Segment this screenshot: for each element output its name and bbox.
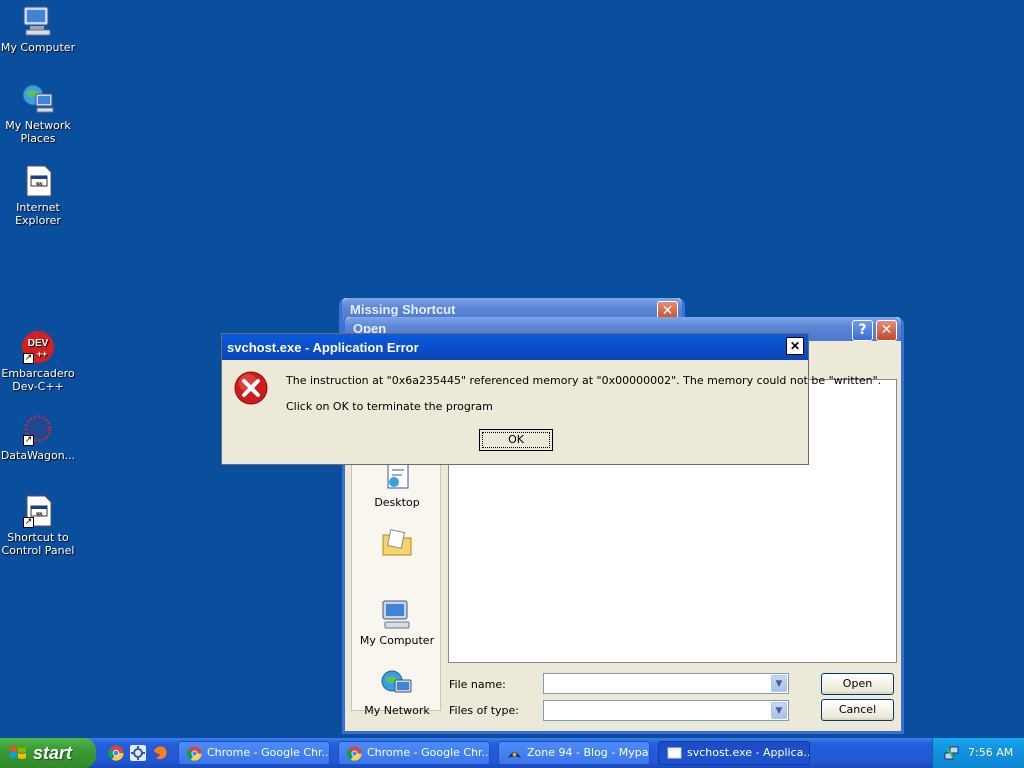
chrome-icon[interactable] bbox=[108, 745, 124, 761]
task-button[interactable]: Zone 94 - Blog - Mypal bbox=[498, 741, 650, 765]
chrome-icon bbox=[347, 746, 362, 761]
place-label: Desktop bbox=[374, 496, 420, 509]
file-type-select[interactable]: ▼ bbox=[543, 700, 789, 721]
window-title: Missing Shortcut bbox=[350, 302, 456, 317]
mypal-icon bbox=[507, 752, 522, 759]
task-label: Chrome - Google Chr... bbox=[367, 746, 490, 759]
error-dialog-titlebar[interactable]: svchost.exe - Application Error ✕ bbox=[222, 334, 808, 360]
shortcut-arrow-icon: ↗ bbox=[23, 517, 34, 528]
error-message: The instruction at "0x6a235445" referenc… bbox=[286, 374, 882, 387]
window-icon bbox=[667, 747, 682, 759]
desktop-icon-label: Embarcadero Dev-C++ bbox=[1, 367, 75, 393]
file-name-label: File name: bbox=[449, 678, 506, 691]
desktop-icon-label: My Network Places bbox=[5, 119, 71, 145]
network-tray-icon[interactable] bbox=[943, 745, 959, 761]
chevron-down-icon[interactable]: ▼ bbox=[771, 675, 787, 692]
place-label: My Computer bbox=[359, 634, 435, 647]
shortcut-arrow-icon: ↗ bbox=[23, 353, 34, 364]
windows-logo-icon bbox=[10, 746, 26, 759]
file-name-input[interactable]: ▼ bbox=[543, 673, 789, 694]
task-label: svchost.exe - Applica... bbox=[687, 746, 810, 759]
shortcut-arrow-icon: ↗ bbox=[23, 435, 34, 446]
desktop-icon-internet-explorer[interactable]: ex Internet Explorer bbox=[0, 164, 76, 227]
document-window-icon: ex bbox=[21, 164, 55, 198]
cancel-button[interactable]: Cancel bbox=[821, 699, 894, 721]
settings-tool-icon[interactable] bbox=[130, 745, 146, 761]
ok-button[interactable]: OK bbox=[479, 429, 553, 451]
computer-icon bbox=[21, 4, 55, 38]
desktop-icon-label: DataWagon... bbox=[0, 449, 76, 462]
task-label: Chrome - Google Chr... bbox=[207, 746, 330, 759]
task-button[interactable]: Chrome - Google Chr... bbox=[178, 741, 330, 765]
computer-icon bbox=[382, 600, 410, 629]
desktop-icon-devcpp[interactable]: DEV ++ ↗ Embarcadero Dev-C++ bbox=[0, 330, 76, 393]
desktop-icon-label: My Computer bbox=[0, 41, 76, 54]
datawagon-icon: ↗ bbox=[21, 412, 55, 446]
file-type-label: Files of type: bbox=[449, 704, 520, 717]
application-error-dialog[interactable]: svchost.exe - Application Error ✕ The in… bbox=[221, 333, 881, 465]
firefox-icon[interactable] bbox=[152, 745, 168, 761]
system-tray: 7:56 AM bbox=[932, 738, 1024, 768]
document-window-icon: ex ↗ bbox=[21, 494, 55, 528]
place-my-documents[interactable] bbox=[352, 526, 442, 562]
network-globe-icon bbox=[381, 670, 412, 693]
open-button[interactable]: Open bbox=[821, 673, 894, 695]
place-desktop[interactable]: Desktop bbox=[352, 460, 442, 509]
svg-text:ex: ex bbox=[36, 181, 42, 187]
folder-icon bbox=[382, 529, 412, 556]
network-globe-icon bbox=[21, 82, 55, 116]
desktop-icon bbox=[387, 463, 409, 489]
desktop-icon-label: Shortcut to Control Panel bbox=[1, 531, 75, 557]
task-button-active[interactable]: svchost.exe - Applica... bbox=[658, 741, 810, 765]
error-instruction: Click on OK to terminate the program bbox=[286, 400, 493, 413]
chevron-down-icon[interactable]: ▼ bbox=[771, 702, 787, 719]
close-icon[interactable]: ✕ bbox=[786, 337, 804, 355]
svg-text:DEV: DEV bbox=[28, 338, 49, 349]
start-button[interactable]: start bbox=[0, 738, 96, 768]
desktop-icon-datawagon[interactable]: ↗ DataWagon... bbox=[0, 412, 76, 462]
svg-text:ex: ex bbox=[36, 511, 42, 517]
place-my-computer[interactable]: My Computer bbox=[352, 598, 442, 647]
error-icon bbox=[234, 371, 268, 405]
close-icon[interactable]: ✕ bbox=[876, 320, 897, 341]
place-my-network[interactable]: My Network bbox=[352, 668, 442, 717]
help-icon[interactable]: ? bbox=[852, 320, 873, 341]
desktop-icon-my-computer[interactable]: My Computer bbox=[0, 4, 76, 54]
desktop-icon-my-network-places[interactable]: My Network Places bbox=[0, 82, 76, 145]
svg-text:++: ++ bbox=[37, 349, 48, 359]
task-label: Zone 94 - Blog - Mypal bbox=[527, 746, 650, 759]
clock[interactable]: 7:56 AM bbox=[968, 746, 1013, 759]
place-label: My Network bbox=[364, 704, 430, 717]
start-label: start bbox=[33, 743, 73, 763]
chrome-icon bbox=[187, 746, 202, 761]
dialog-title: svchost.exe - Application Error bbox=[227, 340, 419, 355]
desktop-icon-label: Internet Explorer bbox=[15, 201, 61, 227]
desktop-icon-control-panel[interactable]: ex ↗ Shortcut to Control Panel bbox=[0, 494, 76, 557]
devcpp-icon: DEV ++ ↗ bbox=[21, 330, 55, 364]
task-button[interactable]: Chrome - Google Chr... bbox=[338, 741, 490, 765]
taskbar: start Chrome - Google Chr... Chrome - Go… bbox=[0, 738, 1024, 768]
